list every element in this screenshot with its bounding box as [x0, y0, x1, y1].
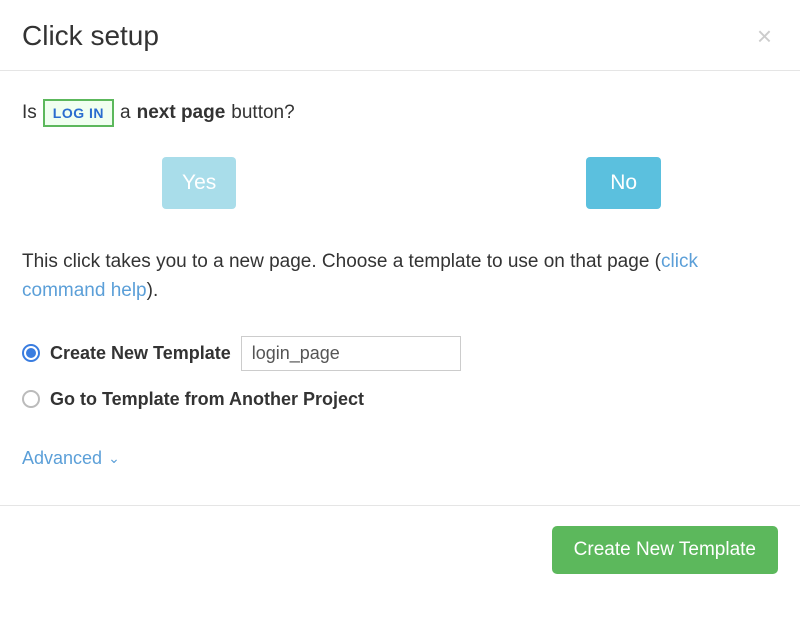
question-suffix: button?: [231, 102, 294, 124]
description-end: ).: [147, 280, 159, 301]
modal-title: Click setup: [22, 20, 159, 52]
create-new-template-button[interactable]: Create New Template: [552, 526, 778, 574]
description-main: This click takes you to a new page. Choo…: [22, 251, 661, 272]
chevron-down-icon: ⌄: [108, 450, 120, 467]
go-to-template-radio[interactable]: [22, 390, 40, 408]
create-new-template-label: Create New Template: [50, 343, 231, 364]
template-name-input[interactable]: [241, 336, 461, 371]
question-mid: a: [120, 102, 131, 124]
description-text: This click takes you to a new page. Choo…: [22, 247, 778, 306]
advanced-label: Advanced: [22, 448, 102, 469]
go-to-template-label: Go to Template from Another Project: [50, 389, 364, 410]
no-button[interactable]: No: [586, 157, 661, 209]
question-bold: next page: [137, 102, 226, 124]
yes-button[interactable]: Yes: [162, 157, 236, 209]
close-icon[interactable]: ×: [751, 23, 778, 49]
target-element-badge: LOG IN: [43, 99, 114, 127]
question-text: Is LOG IN a next page button?: [22, 99, 778, 127]
advanced-toggle[interactable]: Advanced ⌄: [22, 448, 778, 469]
question-prefix: Is: [22, 102, 37, 124]
create-new-template-radio[interactable]: [22, 344, 40, 362]
